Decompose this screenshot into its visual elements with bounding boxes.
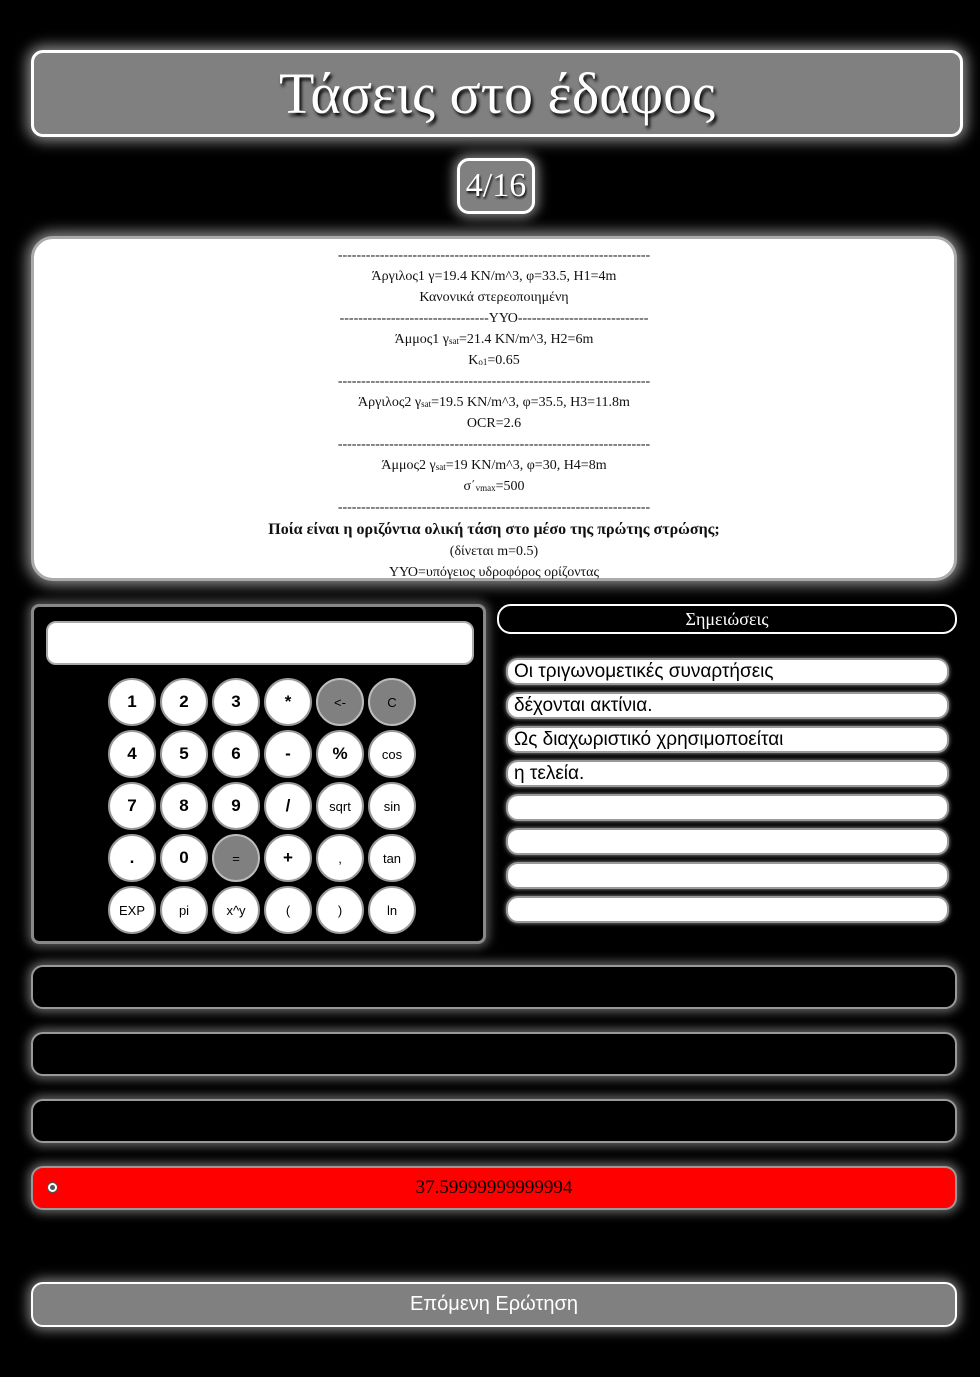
layer2-k0-a: K: [468, 353, 479, 368]
separator-line: ----------------------------------------…: [337, 437, 651, 452]
calc-key[interactable]: =: [212, 834, 260, 882]
calc-key[interactable]: ,: [316, 834, 364, 882]
answer-option-3[interactable]: [31, 1099, 957, 1143]
problem-statement: ----------------------------------------…: [31, 236, 957, 581]
calc-key[interactable]: sin: [368, 782, 416, 830]
separator-line: ----------------------------------------…: [337, 374, 651, 389]
calc-key[interactable]: %: [316, 730, 364, 778]
note-line[interactable]: [506, 896, 949, 923]
calc-key[interactable]: 4: [108, 730, 156, 778]
calc-key[interactable]: 3: [212, 678, 260, 726]
layer4-text-b: =19 KN/m^3, φ=30, H4=8m: [445, 458, 607, 473]
layer2-k0-b: =0.65: [487, 353, 520, 368]
layer2-text-a: Άμμος1 γ: [394, 332, 449, 347]
calc-key[interactable]: EXP: [108, 886, 156, 934]
calculator: 1 2 3 * <- C 4 5 6-% cos 7 8 9/sqrt sin. 0 = +, tan EXP pi x…: [31, 604, 486, 944]
layer3-text: Άργιλος2 γsat=19.5 KN/m^3, φ=35.5, H3=11…: [34, 392, 954, 413]
calc-key[interactable]: 2: [160, 678, 208, 726]
calc-key[interactable]: .: [108, 834, 156, 882]
water-table-separator: --------------------------------ΥΥΟ-----…: [339, 311, 649, 326]
calc-key[interactable]: 9: [212, 782, 260, 830]
question-text: Ποία είναι η οριζόντια ολική τάση στο μέ…: [268, 521, 720, 538]
calc-key[interactable]: 6: [212, 730, 260, 778]
calc-key[interactable]: 5: [160, 730, 208, 778]
layer3-subscript: sat: [421, 399, 432, 409]
separator-line: ----------------------------------------…: [337, 500, 651, 515]
layer3-text-b: =19.5 KN/m^3, φ=35.5, H3=11.8m: [431, 395, 630, 410]
radio-selected-icon[interactable]: [47, 1182, 58, 1193]
notes-header: Σημειώσεις: [497, 604, 957, 634]
note-line[interactable]: Ως διαχωριστικό χρησιμοποείται: [506, 726, 949, 753]
note-line[interactable]: η τελεία.: [506, 760, 949, 787]
layer1-text: Άργιλος1 γ=19.4 KN/m^3, φ=33.5, H1=4m: [371, 269, 617, 284]
calc-key[interactable]: -: [264, 730, 312, 778]
note-line[interactable]: Οι τριγωνομετικές συναρτήσεις: [506, 658, 949, 685]
page-title: Τάσεις στο έδαφος: [278, 61, 716, 126]
calc-key[interactable]: *: [264, 678, 312, 726]
calc-key[interactable]: 7: [108, 782, 156, 830]
calc-key[interactable]: +: [264, 834, 312, 882]
layer3-ocr: OCR=2.6: [466, 416, 522, 431]
layer4-text-a: Άμμος2 γ: [381, 458, 436, 473]
layer4-sigma: σ΄vmax=500: [34, 476, 954, 497]
layer3-text-a: Άργιλος2 γ: [358, 395, 422, 410]
calc-key[interactable]: tan: [368, 834, 416, 882]
calc-key[interactable]: ): [316, 886, 364, 934]
next-question-button[interactable]: Επόμενη Ερώτηση: [31, 1282, 957, 1327]
calc-key[interactable]: C: [368, 678, 416, 726]
calc-key[interactable]: <-: [316, 678, 364, 726]
layer1-note: Κανονικά στερεοποιημένη: [419, 290, 569, 305]
page-title-box: Τάσεις στο έδαφος: [31, 50, 963, 137]
answer-option-2[interactable]: [31, 1032, 957, 1076]
separator-line: ----------------------------------------…: [337, 248, 651, 263]
layer4-text: Άμμος2 γsat=19 KN/m^3, φ=30, H4=8m: [34, 455, 954, 476]
legend-text: ΥΥΟ=υπόγειος υδροφόρος ορίζοντας: [388, 565, 600, 580]
layer2-text-b: =21.4 KN/m^3, H2=6m: [458, 332, 594, 347]
calc-key[interactable]: (: [264, 886, 312, 934]
question-counter-label: 4/16: [465, 167, 527, 204]
calc-key[interactable]: 0: [160, 834, 208, 882]
note-line[interactable]: δέχονται ακτίνια.: [506, 692, 949, 719]
answer-option-text: 37.59999999999994: [415, 1177, 573, 1198]
calc-key[interactable]: ln: [368, 886, 416, 934]
calc-key[interactable]: 8: [160, 782, 208, 830]
question-hint: (δίνεται m=0.5): [449, 544, 539, 559]
layer2-k0: Ko1=0.65: [34, 350, 954, 371]
calc-key[interactable]: sqrt: [316, 782, 364, 830]
layer2-text: Άμμος1 γsat=21.4 KN/m^3, H2=6m: [34, 329, 954, 350]
calc-key[interactable]: cos: [368, 730, 416, 778]
calc-key[interactable]: pi: [160, 886, 208, 934]
note-line[interactable]: [506, 794, 949, 821]
layer4-sigma-a: σ΄: [463, 479, 476, 494]
note-line[interactable]: [506, 862, 949, 889]
layer2-k0-subscript: o1: [478, 357, 488, 367]
calc-key[interactable]: x^y: [212, 886, 260, 934]
layer4-subscript: sat: [435, 462, 446, 472]
answer-option-4[interactable]: 37.59999999999994: [31, 1166, 957, 1210]
calc-key[interactable]: /: [264, 782, 312, 830]
note-line[interactable]: [506, 828, 949, 855]
question-counter: 4/16: [457, 158, 535, 214]
answer-option-1[interactable]: [31, 965, 957, 1009]
layer4-sigma-b: =500: [495, 479, 525, 494]
calculator-display[interactable]: [46, 621, 474, 665]
layer4-sigma-subscript: vmax: [475, 483, 496, 493]
calc-key[interactable]: 1: [108, 678, 156, 726]
layer2-subscript: sat: [448, 336, 459, 346]
